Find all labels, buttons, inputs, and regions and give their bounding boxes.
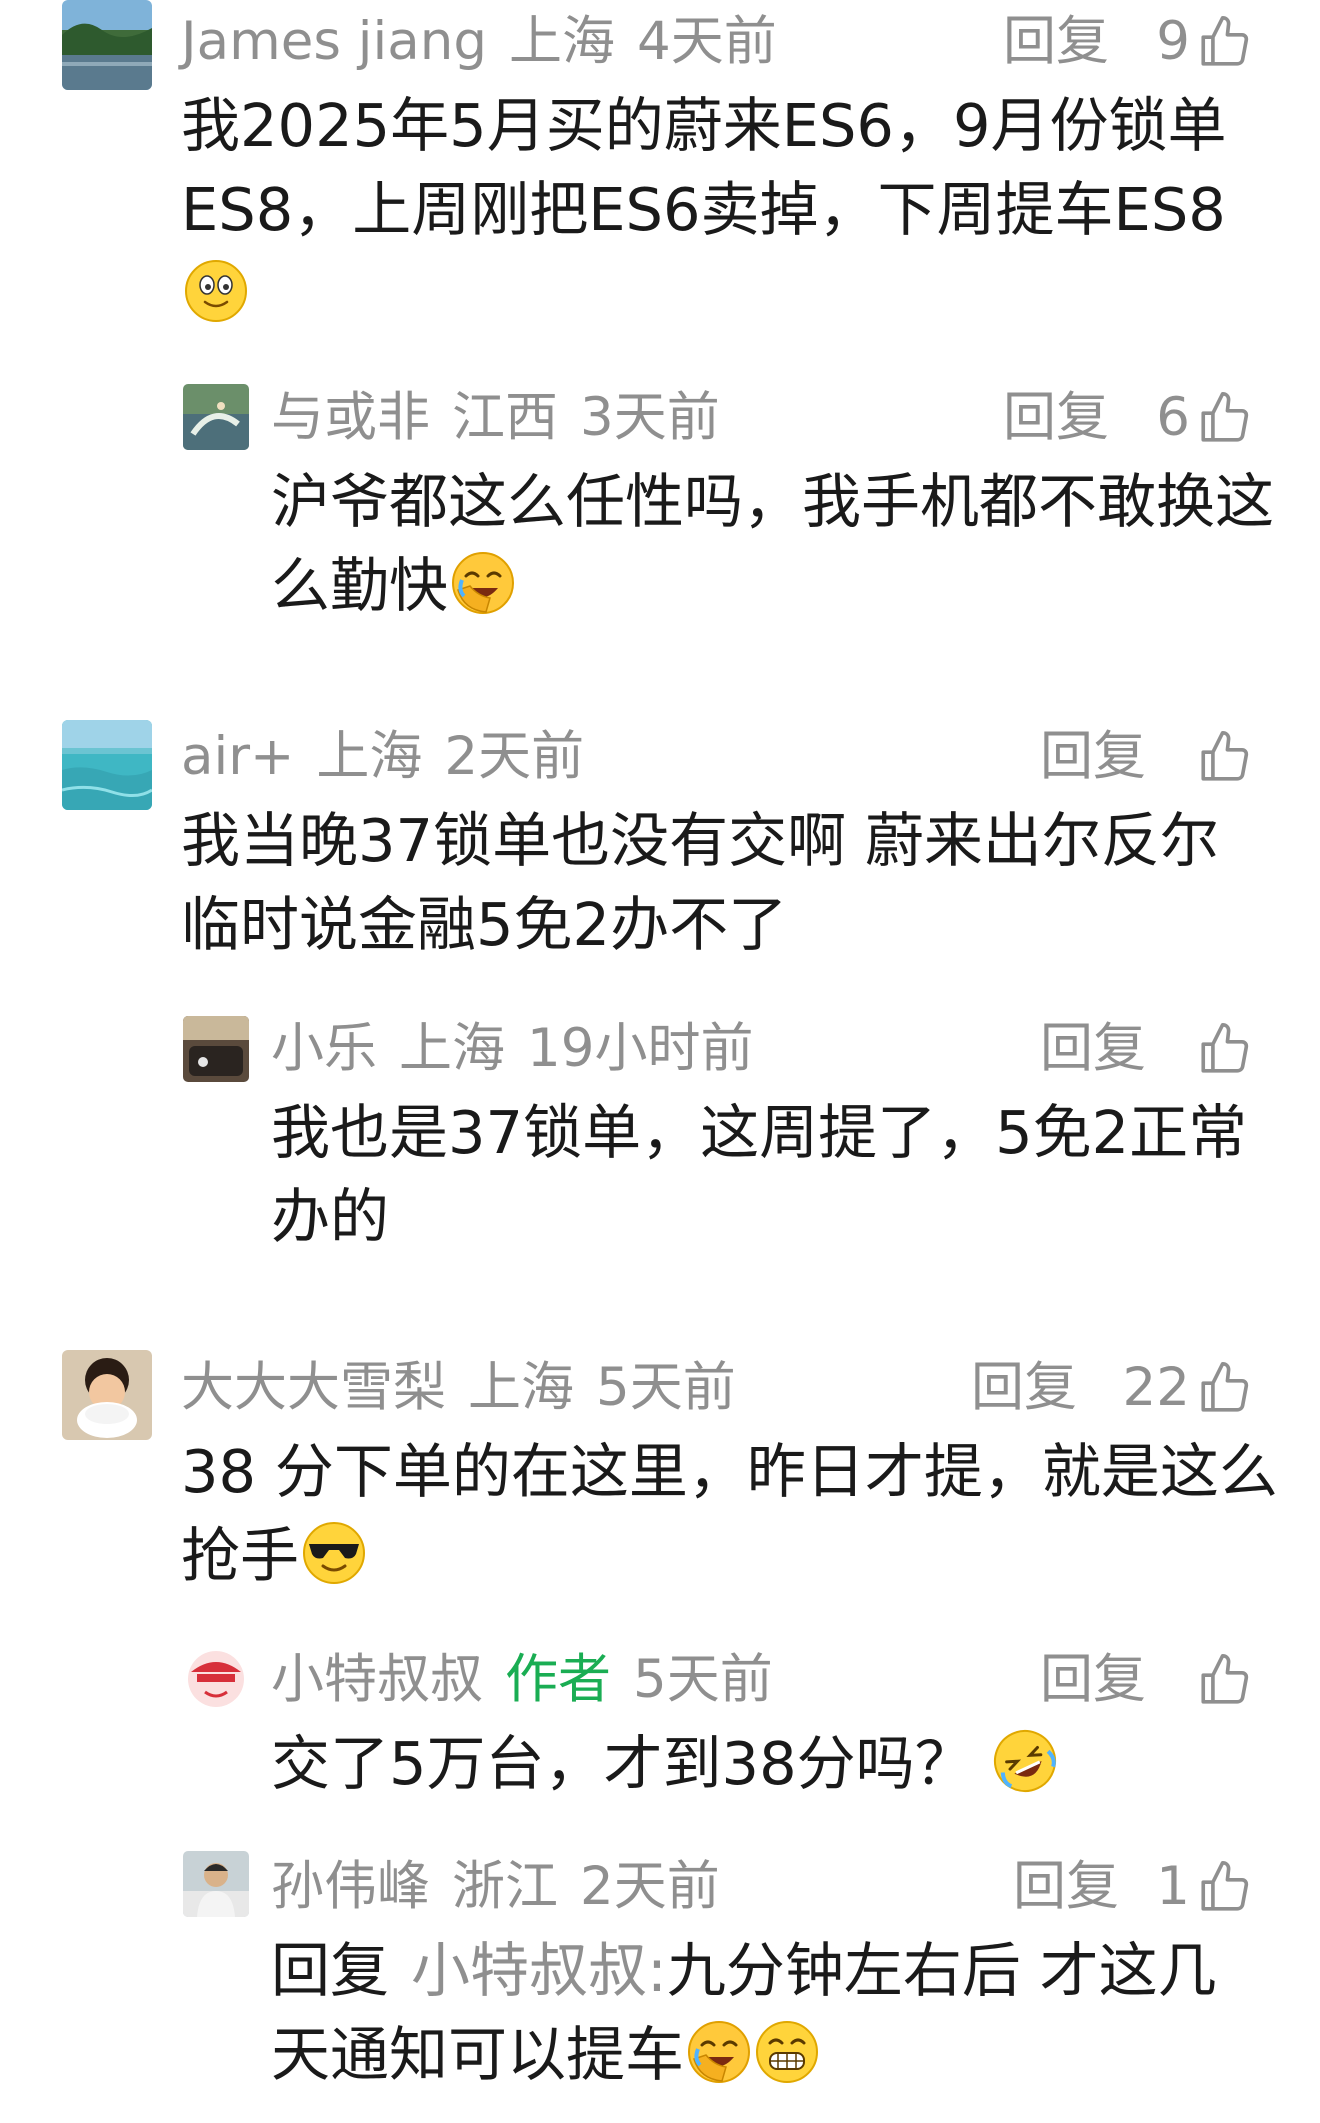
comment-line bbox=[181, 252, 1227, 336]
reply-button[interactable]: 回复 bbox=[971, 1346, 1077, 1430]
timestamp: 2天前 bbox=[580, 1856, 720, 1917]
comment-body: 回复 小特叔叔:九分钟左右后 才这几 天通知可以提车 bbox=[271, 1929, 1217, 2097]
like-button[interactable]: 6 bbox=[1156, 376, 1254, 460]
location: 浙江 bbox=[452, 1856, 558, 1917]
comment-body: 我也是37锁单，这周提了，5免2正常 办的 bbox=[271, 1091, 1247, 1259]
like-button[interactable]: 1 bbox=[1156, 1845, 1254, 1929]
comment-line: 办的 bbox=[271, 1182, 390, 1251]
child-eating-avatar-icon bbox=[62, 1350, 152, 1440]
like-button[interactable] bbox=[1190, 1007, 1254, 1091]
comment-meta: 小乐 上海 19小时前 bbox=[271, 1007, 753, 1091]
author-tag: 作者 bbox=[505, 1649, 611, 1710]
thumbs-up-icon bbox=[1201, 1362, 1249, 1412]
rofl-emoji-icon bbox=[992, 1728, 1058, 1794]
facepalm-laugh-emoji-icon bbox=[686, 2019, 752, 2085]
comment-body: 我2025年5月买的蔚来ES6，9月份锁单 ES8，上周刚把ES6卖掉，下周提车… bbox=[181, 84, 1227, 336]
username[interactable]: air+ bbox=[181, 726, 294, 787]
avatar[interactable] bbox=[183, 1016, 249, 1082]
facepalm-laugh-emoji-icon bbox=[450, 550, 516, 616]
avatar[interactable] bbox=[62, 1350, 152, 1440]
comment-line: 天通知可以提车 bbox=[271, 2013, 1217, 2097]
comment-meta: 与或非 江西 3天前 bbox=[271, 376, 720, 460]
thumbs-up-icon bbox=[1201, 392, 1249, 442]
comment-line: 我2025年5月买的蔚来ES6，9月份锁单 bbox=[181, 91, 1227, 160]
comment-body: 38 分下单的在这里，昨日才提，就是这么 抢手 bbox=[181, 1430, 1278, 1598]
avatar[interactable] bbox=[183, 1851, 249, 1917]
thumbs-up-icon bbox=[1201, 1023, 1249, 1073]
avatar[interactable] bbox=[62, 720, 152, 810]
like-button[interactable]: 22 bbox=[1123, 1346, 1254, 1430]
avatar[interactable] bbox=[62, 0, 152, 90]
like-button[interactable]: 9 bbox=[1156, 0, 1254, 84]
comment-line: 么勤快 bbox=[271, 544, 1274, 628]
comment-body: 交了5万台，才到38分吗？ bbox=[271, 1722, 1058, 1806]
car-interior-avatar-icon bbox=[183, 1016, 249, 1082]
username[interactable]: 孙伟峰 bbox=[271, 1856, 430, 1917]
timestamp: 2天前 bbox=[444, 726, 585, 787]
avatar[interactable] bbox=[183, 384, 249, 450]
reply-button[interactable]: 回复 bbox=[1003, 0, 1109, 84]
comment-body: 我当晚37锁单也没有交啊 蔚来出尔反尔 临时说金融5免2办不了 bbox=[181, 799, 1219, 967]
comment-meta: 孙伟峰 浙江 2天前 bbox=[271, 1845, 720, 1929]
reply-button[interactable]: 回复 bbox=[1040, 1007, 1146, 1091]
comment-line: 38 分下单的在这里，昨日才提，就是这么 bbox=[181, 1437, 1278, 1506]
reply-button[interactable]: 回复 bbox=[1040, 715, 1146, 799]
timestamp: 19小时前 bbox=[527, 1018, 754, 1079]
like-button[interactable] bbox=[1190, 1638, 1254, 1722]
timestamp: 4天前 bbox=[636, 11, 777, 72]
comment-meta: James jiang 上海 4天前 bbox=[181, 0, 777, 84]
thumbs-up-icon bbox=[1201, 16, 1249, 66]
location: 上海 bbox=[399, 1018, 505, 1079]
reply-button[interactable]: 回复 bbox=[1003, 376, 1109, 460]
reply-button[interactable]: 回复 bbox=[1040, 1638, 1146, 1722]
comment-line: 沪爷都这么任性吗，我手机都不敢换这 bbox=[271, 467, 1275, 536]
smile-emoji-icon bbox=[183, 258, 249, 324]
location: 上海 bbox=[508, 11, 615, 72]
location: 上海 bbox=[468, 1357, 574, 1418]
username[interactable]: 与或非 bbox=[271, 387, 430, 448]
username[interactable]: 大大大雪梨 bbox=[181, 1357, 446, 1418]
comment-line: 交了5万台，才到38分吗？ bbox=[271, 1722, 1058, 1806]
comment-line: 回复 小特叔叔:九分钟左右后 才这几 bbox=[271, 1936, 1217, 2005]
timestamp: 5天前 bbox=[633, 1649, 773, 1710]
like-count: 22 bbox=[1122, 1357, 1190, 1418]
like-count: 9 bbox=[1156, 11, 1190, 72]
location: 上海 bbox=[316, 726, 423, 787]
sea-avatar-icon bbox=[62, 720, 152, 810]
location: 江西 bbox=[452, 387, 558, 448]
timestamp: 3天前 bbox=[580, 387, 720, 448]
comment-line: 我也是37锁单，这周提了，5免2正常 bbox=[271, 1098, 1248, 1167]
timestamp: 5天前 bbox=[596, 1357, 736, 1418]
surfing-avatar-icon bbox=[183, 384, 249, 450]
reply-prefix: 回复 bbox=[271, 1936, 390, 2005]
username[interactable]: 小乐 bbox=[271, 1018, 377, 1079]
avatar[interactable] bbox=[183, 1646, 249, 1712]
comment-meta: air+ 上海 2天前 bbox=[181, 715, 584, 799]
comment-line: 我当晚37锁单也没有交啊 蔚来出尔反尔 bbox=[181, 806, 1219, 875]
cartoon-face-avatar-icon bbox=[183, 1646, 249, 1712]
username[interactable]: 小特叔叔 bbox=[271, 1649, 483, 1710]
comment-body: 沪爷都这么任性吗，我手机都不敢换这 么勤快 bbox=[271, 460, 1274, 628]
scenery-lake-avatar-icon bbox=[62, 0, 152, 90]
reply-to-username[interactable]: 小特叔叔: bbox=[411, 1936, 667, 2005]
like-count: 6 bbox=[1156, 387, 1190, 448]
comment-meta: 小特叔叔 作者 5天前 bbox=[271, 1638, 773, 1722]
man-portrait-avatar-icon bbox=[183, 1851, 249, 1917]
comment-meta: 大大大雪梨 上海 5天前 bbox=[181, 1346, 736, 1430]
thumbs-up-icon bbox=[1201, 1861, 1249, 1911]
comment-line: ES8，上周刚把ES6卖掉，下周提车ES8 bbox=[181, 175, 1226, 244]
like-button[interactable] bbox=[1190, 715, 1254, 799]
grin-emoji-icon bbox=[754, 2019, 820, 2085]
reply-button[interactable]: 回复 bbox=[1013, 1845, 1119, 1929]
comment-line: 临时说金融5免2办不了 bbox=[181, 890, 788, 959]
like-count: 1 bbox=[1156, 1856, 1190, 1917]
comment-line: 抢手 bbox=[181, 1514, 1278, 1598]
username[interactable]: James jiang bbox=[181, 11, 487, 72]
thumbs-up-icon bbox=[1201, 731, 1249, 781]
thumbs-up-icon bbox=[1201, 1654, 1249, 1704]
sunglasses-emoji-icon bbox=[301, 1520, 367, 1586]
